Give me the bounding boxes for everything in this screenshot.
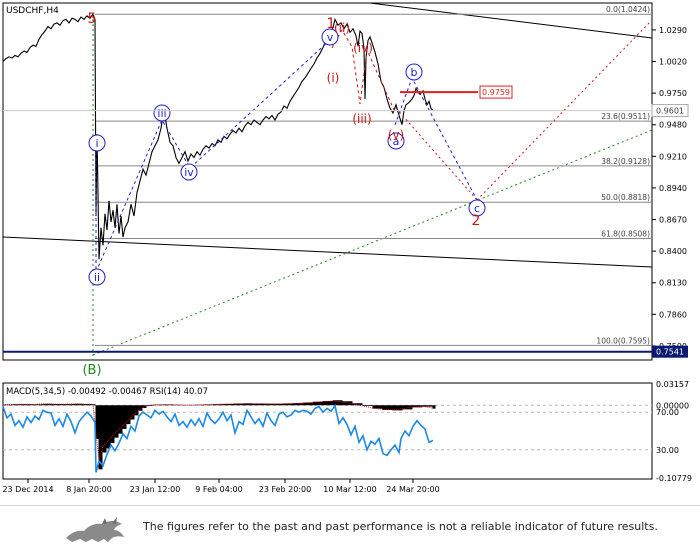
target-level-label: 0.9759 — [482, 88, 510, 97]
fib-level-label: 23.6(0.9511) — [601, 112, 650, 121]
red-wave-label: 2 — [472, 213, 481, 229]
price-tick-label: 0.8940 — [659, 184, 687, 193]
blue-wave-label: b — [411, 66, 418, 79]
time-tick-label: 10 Mar 12:00 — [323, 485, 376, 494]
fib-level-label: 50.0(0.8818) — [601, 193, 650, 202]
red-wave-label: (v) — [388, 128, 404, 142]
disclaimer-text: The figures refer to the past and past p… — [143, 520, 658, 533]
red-wave-label: (ii) — [334, 21, 350, 35]
fib-level-label: 100.0(0.7595) — [596, 336, 650, 345]
price-tick-label: 1.0290 — [659, 26, 687, 35]
macd-tick-label: 0.03157 — [656, 380, 689, 389]
price-tick-label: 1.0020 — [659, 58, 687, 67]
time-tick-label: 23 Dec 2014 — [2, 485, 53, 494]
red-wave-label: (i) — [327, 71, 340, 85]
price-tick-label: 0.9210 — [659, 152, 687, 161]
time-axis: 23 Dec 2014 8 Jan 20:00 23 Jan 12:00 9 Feb … — [2, 479, 440, 494]
usdchf-chart: 0.0(1.0424) 23.6(0.9511) 38.2(0.9128) 50.0(… — [2, 2, 692, 494]
green-wave-label: (B) — [82, 363, 101, 378]
rsi-tick-label: 30.00 — [656, 446, 679, 455]
bull-logo-icon — [66, 517, 124, 542]
price-panel-frame — [2, 2, 653, 361]
blue-wave-label: iii — [157, 107, 166, 120]
price-tick-label: 0.9480 — [659, 121, 687, 130]
red-wave-label: 5 — [88, 11, 97, 27]
price-tick-label: 0.8130 — [659, 279, 687, 288]
blue-wave-label: ii — [94, 271, 100, 284]
rsi-tick-label: 70.00 — [656, 408, 679, 417]
blue-wave-label: iv — [184, 166, 194, 179]
blue-wave-label: v — [327, 31, 334, 44]
price-tick-label: 0.7860 — [659, 310, 687, 319]
time-tick-label: 8 Jan 20:00 — [66, 485, 112, 494]
time-tick-label: 9 Feb 04:00 — [195, 485, 242, 494]
base-level-label: 0.7541 — [656, 348, 684, 357]
price-tick-label: 0.9750 — [659, 89, 687, 98]
time-tick-label: 24 Mar 20:00 — [386, 485, 439, 494]
price-tick-label: 0.8670 — [659, 216, 687, 225]
indicator-axis: 0.031570.00000-0.1077970.0030.00 — [656, 380, 692, 483]
macd-tick-label: -0.10779 — [656, 474, 692, 483]
indicator-label: MACD(5,34,5) -0.00492 -0.00467 RSI(14) 4… — [6, 387, 208, 397]
price-tick-label: 0.8400 — [659, 247, 687, 256]
fib-level-label: 61.8(0.8508) — [601, 230, 650, 239]
footer: The figures refer to the past and past p… — [0, 505, 700, 553]
fib-level-label: 0.0(1.0424) — [606, 5, 650, 14]
red-wave-label: (iv) — [353, 41, 373, 55]
time-tick-label: 23 Jan 12:00 — [130, 485, 181, 494]
red-wave-label: (iii) — [352, 112, 371, 126]
symbol-label: USDCHF,H4 — [6, 6, 59, 16]
fib-level-label: 38.2(0.9128) — [601, 157, 650, 166]
current-price-label: 0.9601 — [656, 107, 684, 116]
blue-wave-label: i — [95, 137, 98, 150]
time-tick-label: 23 Feb 20:00 — [259, 485, 311, 494]
